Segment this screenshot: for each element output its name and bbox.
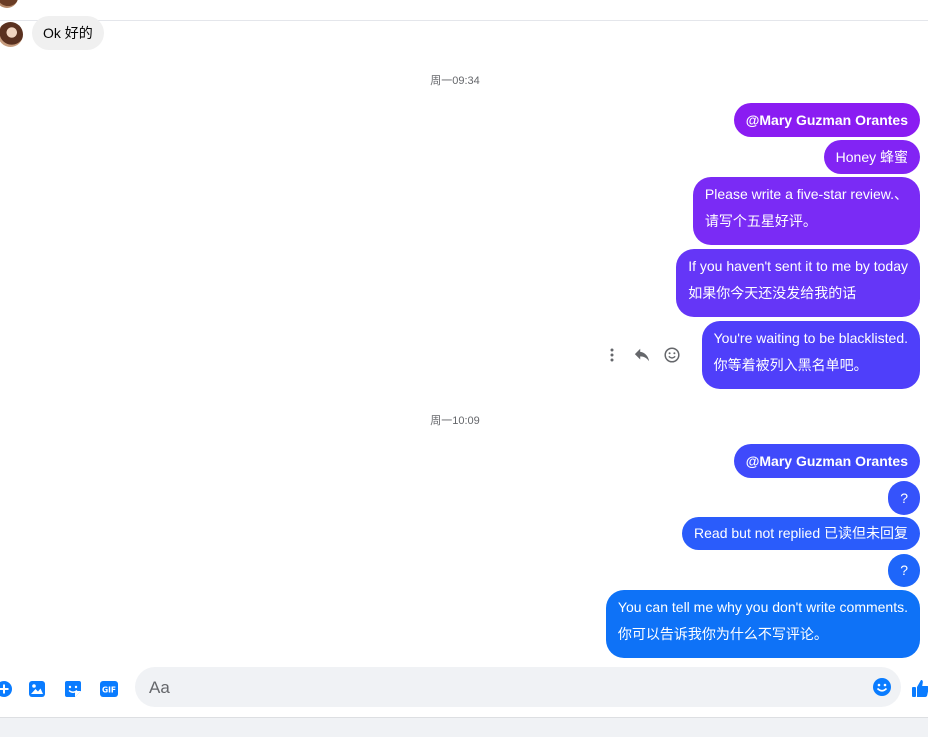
message-line: You're waiting to be blacklisted. — [713, 330, 908, 346]
message-line: @Mary Guzman Orantes — [745, 112, 908, 128]
outgoing-message-bubble[interactable]: ? — [888, 481, 920, 515]
message-line: Read but not replied 已读但未回复 — [694, 525, 908, 541]
message-line: ? — [900, 562, 908, 578]
sticker-icon[interactable] — [63, 679, 83, 699]
outgoing-message-bubble[interactable]: You can tell me why you don't write comm… — [605, 590, 920, 658]
top-bar — [0, 0, 928, 21]
outgoing-message-bubble[interactable]: Honey 蜂蜜 — [823, 140, 920, 174]
reply-icon[interactable] — [634, 345, 650, 365]
gif-label: GIF — [102, 686, 116, 695]
message-line: 如果你今天还没发给我的话 — [688, 285, 857, 301]
message-line: Honey 蜂蜜 — [835, 149, 908, 165]
gif-icon[interactable]: GIF — [99, 679, 119, 699]
outgoing-message-bubble[interactable]: @Mary Guzman Orantes — [733, 444, 920, 478]
message-line: 请写个五星好评。 — [704, 213, 817, 229]
outgoing-message-bubble[interactable]: You're waiting to be blacklisted. 你等着被列入… — [701, 321, 920, 389]
message-line: @Mary Guzman Orantes — [745, 453, 908, 469]
message-line: ? — [900, 490, 908, 506]
outgoing-message-bubble[interactable]: If you haven't sent it to me by today 如果… — [676, 249, 920, 317]
react-emoji-icon[interactable] — [664, 345, 680, 365]
message-input-wrapper — [135, 667, 901, 709]
contact-avatar[interactable] — [0, 22, 23, 47]
incoming-message-bubble[interactable]: Ok 好的 — [32, 16, 104, 50]
outgoing-message-bubble[interactable]: Please write a five-star review.、 请写个五星好… — [692, 177, 920, 245]
outgoing-message-bubble[interactable]: @Mary Guzman Orantes — [733, 103, 920, 137]
contact-avatar[interactable] — [0, 0, 18, 8]
more-vertical-icon[interactable] — [604, 345, 620, 365]
message-line: Please write a five-star review.、 — [704, 186, 908, 202]
timestamp: 周一10:09 — [430, 415, 480, 427]
message-line: If you haven't sent it to me by today — [688, 258, 908, 274]
timestamp: 周一09:34 — [430, 75, 480, 87]
message-line: 你等着被列入黑名单吧。 — [713, 357, 868, 373]
message-line: You can tell me why you don't write comm… — [617, 599, 908, 615]
incoming-message-text: Ok 好的 — [43, 25, 93, 41]
outgoing-message-bubble[interactable]: Read but not replied 已读但未回复 — [682, 517, 920, 550]
thumbs-up-icon[interactable] — [910, 678, 928, 698]
emoji-icon[interactable] — [872, 677, 892, 697]
window-bottom-bar — [0, 717, 928, 737]
message-actions — [604, 343, 680, 367]
add-circle-icon[interactable] — [0, 679, 14, 699]
outgoing-message-bubble[interactable]: ? — [888, 554, 920, 587]
message-input[interactable] — [147, 667, 871, 709]
image-icon[interactable] — [27, 679, 47, 699]
message-line: 你可以告诉我你为什么不写评论。 — [617, 626, 828, 642]
